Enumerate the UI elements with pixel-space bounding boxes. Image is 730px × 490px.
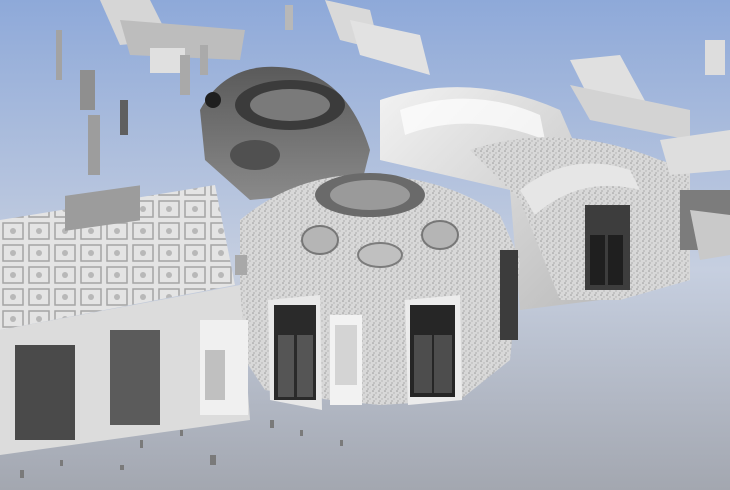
left-coffered-wing <box>0 185 250 455</box>
point-cloud-viewport[interactable] <box>0 0 730 490</box>
central-pavilion <box>240 173 520 410</box>
